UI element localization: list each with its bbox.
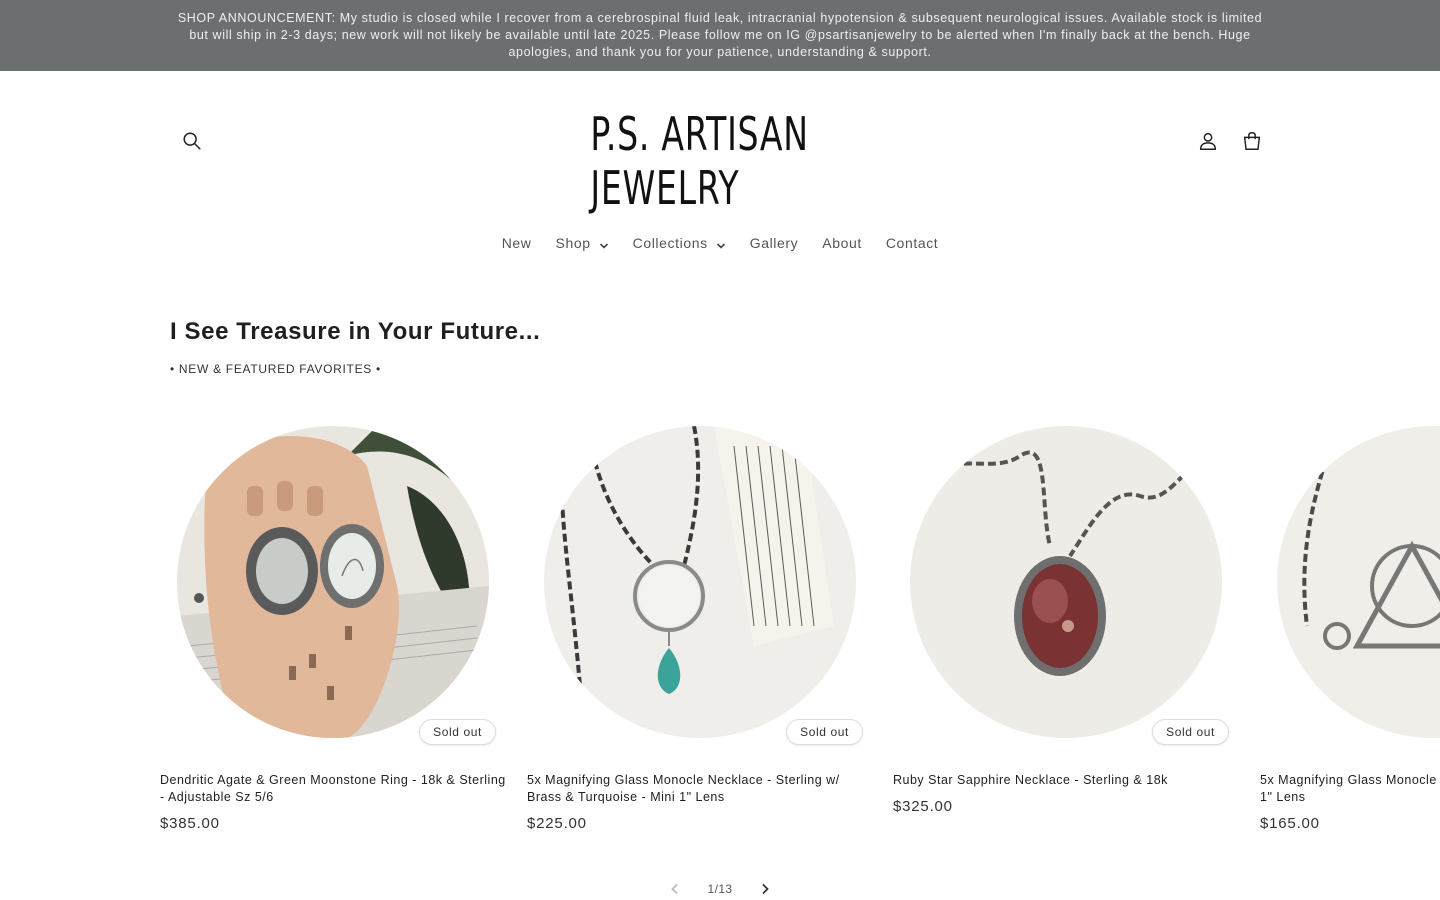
product-image[interactable]	[177, 426, 489, 738]
nav-item-contact[interactable]: Contact	[874, 235, 950, 251]
nav-item-about[interactable]: About	[810, 235, 874, 251]
product-image-wrap[interactable]: Sold out	[160, 410, 506, 750]
nav-item-new[interactable]: New	[490, 235, 544, 251]
cart-button[interactable]	[1232, 121, 1272, 161]
slider-next-button[interactable]	[750, 874, 780, 900]
section-subtitle: • NEW & FEATURED FAVORITES •	[170, 362, 381, 376]
chevron-right-icon	[762, 883, 769, 895]
product-price: $225.00	[527, 815, 587, 832]
account-button[interactable]	[1188, 121, 1228, 161]
section-title: I See Treasure in Your Future...	[170, 318, 541, 345]
product-price: $325.00	[893, 798, 953, 815]
chevron-down-icon	[599, 238, 609, 249]
product-price: $165.00	[1260, 815, 1320, 832]
product-slider: Sold out Dendritic Agate & Green Moonsto…	[160, 410, 1440, 850]
nav-item-label: Collections	[632, 235, 708, 251]
account-icon	[1199, 132, 1217, 150]
nav-item-label: Shop	[555, 235, 591, 251]
product-card[interactable]: Sold out Dendritic Agate & Green Moonsto…	[160, 410, 506, 832]
nav-item-label: New	[501, 235, 532, 251]
sold-out-badge: Sold out	[786, 719, 863, 745]
site-header: P.S. ARTISAN JEWELRY	[0, 71, 1440, 221]
nav-item-label: About	[822, 235, 862, 251]
product-image-wrap[interactable]: Sold out	[527, 410, 873, 750]
sold-out-badge: Sold out	[1152, 719, 1229, 745]
chevron-down-icon	[716, 238, 726, 249]
nav-item-collections[interactable]: Collections	[621, 235, 738, 251]
main-nav: New Shop Collections Gallery About Conta…	[0, 224, 1440, 262]
product-price: $385.00	[160, 815, 220, 832]
product-card[interactable]: Sold out Ruby Star Sapphire Necklace - S…	[893, 410, 1239, 815]
product-image[interactable]	[1277, 426, 1440, 738]
slider-pager: 1/13	[660, 874, 780, 900]
slider-prev-button[interactable]	[660, 874, 690, 900]
product-image-wrap[interactable]: Sold out	[893, 410, 1239, 750]
product-title[interactable]: Dendritic Agate & Green Moonstone Ring -…	[160, 772, 506, 806]
site-logo[interactable]: P.S. ARTISAN JEWELRY	[590, 107, 849, 215]
search-icon	[183, 132, 201, 150]
slider-current: 1	[707, 882, 715, 896]
nav-item-shop[interactable]: Shop	[544, 235, 621, 251]
nav-item-gallery[interactable]: Gallery	[738, 235, 811, 251]
announcement-bar: SHOP ANNOUNCEMENT: My studio is closed w…	[0, 0, 1440, 71]
product-image[interactable]	[910, 426, 1222, 738]
chevron-left-icon	[671, 883, 678, 895]
sold-out-badge: Sold out	[419, 719, 496, 745]
product-image-wrap[interactable]	[1260, 410, 1440, 750]
cart-icon	[1243, 132, 1261, 150]
product-card[interactable]: Sold out 5x Magnifying Glass Monocle Nec…	[527, 410, 873, 832]
product-title[interactable]: 5x Magnifying Glass Monocle Necklace - S…	[1260, 772, 1440, 806]
search-button[interactable]	[172, 121, 212, 161]
nav-item-label: Gallery	[749, 235, 799, 251]
nav-item-label: Contact	[885, 235, 939, 251]
product-image[interactable]	[544, 426, 856, 738]
product-card[interactable]: 5x Magnifying Glass Monocle Necklace - S…	[1260, 410, 1440, 832]
product-title[interactable]: Ruby Star Sapphire Necklace - Sterling &…	[893, 772, 1239, 789]
product-title[interactable]: 5x Magnifying Glass Monocle Necklace - S…	[527, 772, 873, 806]
slider-total: 13	[718, 882, 733, 896]
slider-counter: 1/13	[708, 882, 733, 896]
announcement-text: SHOP ANNOUNCEMENT: My studio is closed w…	[177, 11, 1263, 59]
